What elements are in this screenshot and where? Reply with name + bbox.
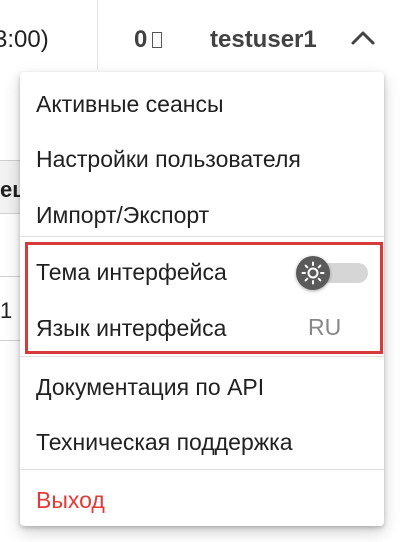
menu-item-active-sessions[interactable]: Активные сеансы — [20, 76, 384, 132]
menu-divider — [20, 469, 384, 470]
language-value[interactable]: RU — [308, 314, 341, 341]
counter-icon — [152, 32, 163, 48]
username-label[interactable]: testuser1 — [210, 26, 317, 54]
menu-item-support[interactable]: Техническая поддержка — [20, 414, 384, 470]
menu-item-label: Настройки пользователя — [36, 145, 301, 172]
table-border — [0, 340, 20, 341]
menu-divider — [20, 356, 384, 357]
menu-item-label: Документация по API — [36, 373, 265, 400]
table-cell-fragment: 1 — [0, 298, 13, 323]
top-app-bar: 3:00) 0 testuser1 — [0, 0, 404, 78]
menu-item-label: Тема интерфейса — [36, 258, 227, 285]
sun-icon — [301, 261, 325, 285]
time-fragment: 3:00) — [0, 26, 49, 53]
counter-value: 0 — [134, 26, 148, 53]
menu-item-label: Язык интерфейса — [36, 314, 227, 341]
menu-item-label: Импорт/Экспорт — [36, 201, 210, 228]
menu-item-api-docs[interactable]: Документация по API — [20, 359, 384, 415]
menu-item-label: Техническая поддержка — [36, 428, 293, 455]
menu-item-import-export[interactable]: Импорт/Экспорт — [20, 187, 384, 243]
menu-item-label: Активные сеансы — [36, 90, 224, 117]
theme-toggle[interactable] — [296, 256, 370, 290]
menu-item-label: Выход — [36, 486, 105, 513]
chevron-up-icon[interactable] — [349, 28, 377, 48]
user-dropdown-menu: Активные сеансы Настройки пользователя И… — [20, 72, 384, 526]
table-border — [0, 276, 20, 277]
topbar-divider — [97, 0, 98, 70]
notification-counter[interactable]: 0 — [134, 26, 163, 54]
table-header-fragment: ец — [0, 177, 20, 202]
menu-item-logout[interactable]: Выход — [20, 472, 384, 526]
toggle-thumb — [296, 256, 330, 290]
menu-divider — [20, 236, 384, 237]
menu-item-user-settings[interactable]: Настройки пользователя — [20, 131, 384, 187]
